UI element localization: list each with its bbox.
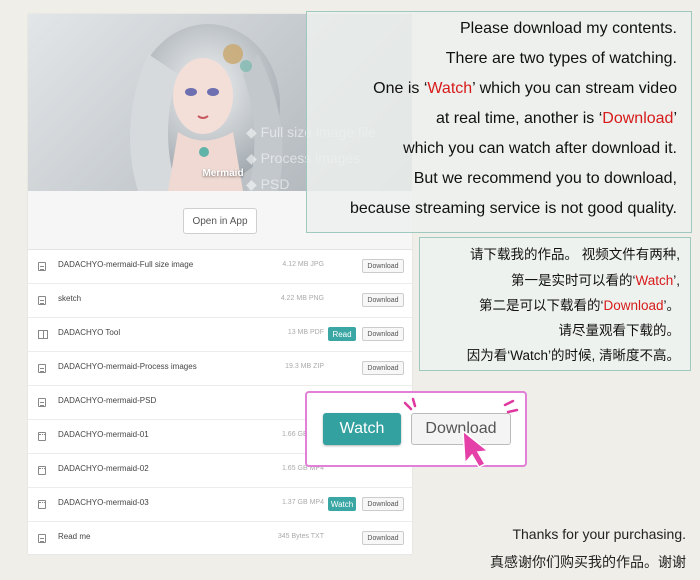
file-name: DADACHYO-mermaid-03	[58, 498, 149, 507]
download-button[interactable]: Download	[362, 531, 404, 545]
note-en-line-5: which you can watch after download it.	[403, 140, 677, 157]
video-icon	[38, 432, 46, 441]
video-icon	[38, 500, 46, 509]
video-icon	[38, 466, 46, 475]
file-size: 345 Bytes TXT	[277, 533, 324, 540]
book-icon	[38, 330, 48, 339]
file-row[interactable]: sketch 4.22 MB PNG Download	[28, 284, 412, 318]
file-name: sketch	[58, 294, 82, 303]
note-en-line-4: at real time, another is ‘Download’	[435, 110, 677, 127]
file-name: DADACHYO-mermaid-Full size image	[58, 260, 194, 269]
chinese-note: 请下载我的作品。 视频文件有两种, 第一是实时可以看的‘Watch’, 第二是可…	[419, 237, 691, 371]
note-en-line-2: There are two types of watching.	[445, 50, 677, 67]
read-button[interactable]: Read	[328, 327, 356, 341]
file-row[interactable]: DADACHYO-mermaid-Process images 19.3 MB Z…	[28, 352, 412, 386]
document-icon	[38, 534, 46, 543]
document-icon	[38, 398, 46, 407]
file-size: 4.12 MB JPG	[282, 261, 324, 268]
note-cn-line-5: 因为看‘Watch’的时候, 清晰度不高。	[466, 348, 680, 363]
note-en-line-6: But we recommend you to download,	[413, 170, 677, 187]
note-cn-line-2: 第一是实时可以看的‘Watch’,	[510, 273, 680, 288]
open-in-app-button[interactable]: Open in App	[183, 208, 257, 234]
download-button[interactable]: Download	[362, 259, 404, 273]
file-name: DADACHYO-mermaid-PSD	[58, 396, 157, 405]
file-name: DADACHYO-mermaid-02	[58, 464, 149, 473]
watch-button[interactable]: Watch	[328, 497, 356, 511]
file-size: 1.37 GB MP4	[281, 499, 324, 506]
file-row[interactable]: Read me 345 Bytes TXT Download	[28, 522, 412, 556]
document-icon	[38, 262, 46, 271]
note-cn-line-4: 请尽量观看下载的。	[558, 323, 681, 338]
cover-title: Mermaid	[202, 168, 244, 179]
file-row[interactable]: DADACHYO-mermaid-03 1.37 GB MP4 Watch Downl…	[28, 488, 412, 522]
thanks-english: Thanks for your purchasing.	[512, 526, 686, 542]
file-row[interactable]: DADACHYO Tool 13 MB PDF Read Download	[28, 318, 412, 352]
note-en-line-1: Please download my contents.	[459, 20, 677, 37]
document-icon	[38, 364, 46, 373]
note-en-line-7: because streaming service is not good qu…	[350, 200, 677, 217]
file-name: DADACHYO-mermaid-01	[58, 430, 149, 439]
cursor-highlight-icon	[403, 397, 519, 468]
note-en-line-3: One is ‘Watch’ which you can stream vide…	[373, 80, 677, 97]
file-row[interactable]: DADACHYO-mermaid-Full size image 4.12 MB …	[28, 250, 412, 284]
file-name: DADACHYO-mermaid-Process images	[58, 362, 197, 371]
file-name: DADACHYO Tool	[58, 328, 121, 337]
file-size: 13 MB PDF	[287, 329, 324, 336]
note-cn-line-3: 第二是可以下载看的‘Download’。	[478, 298, 680, 313]
document-icon	[38, 296, 46, 305]
button-callout: Watch Download	[305, 391, 527, 468]
download-button[interactable]: Download	[362, 361, 404, 375]
note-cn-line-1: 请下载我的作品。 视频文件有两种,	[469, 247, 680, 262]
file-size: 19.3 MB ZIP	[285, 363, 324, 370]
download-button[interactable]: Download	[362, 327, 404, 341]
english-note: Please download my contents. There are t…	[306, 11, 692, 233]
file-name: Read me	[58, 532, 91, 541]
download-button[interactable]: Download	[362, 293, 404, 307]
thanks-chinese: 真感谢你们购买我的作品。谢谢	[490, 554, 686, 570]
file-size: 4.22 MB PNG	[280, 295, 324, 302]
download-button[interactable]: Download	[362, 497, 404, 511]
